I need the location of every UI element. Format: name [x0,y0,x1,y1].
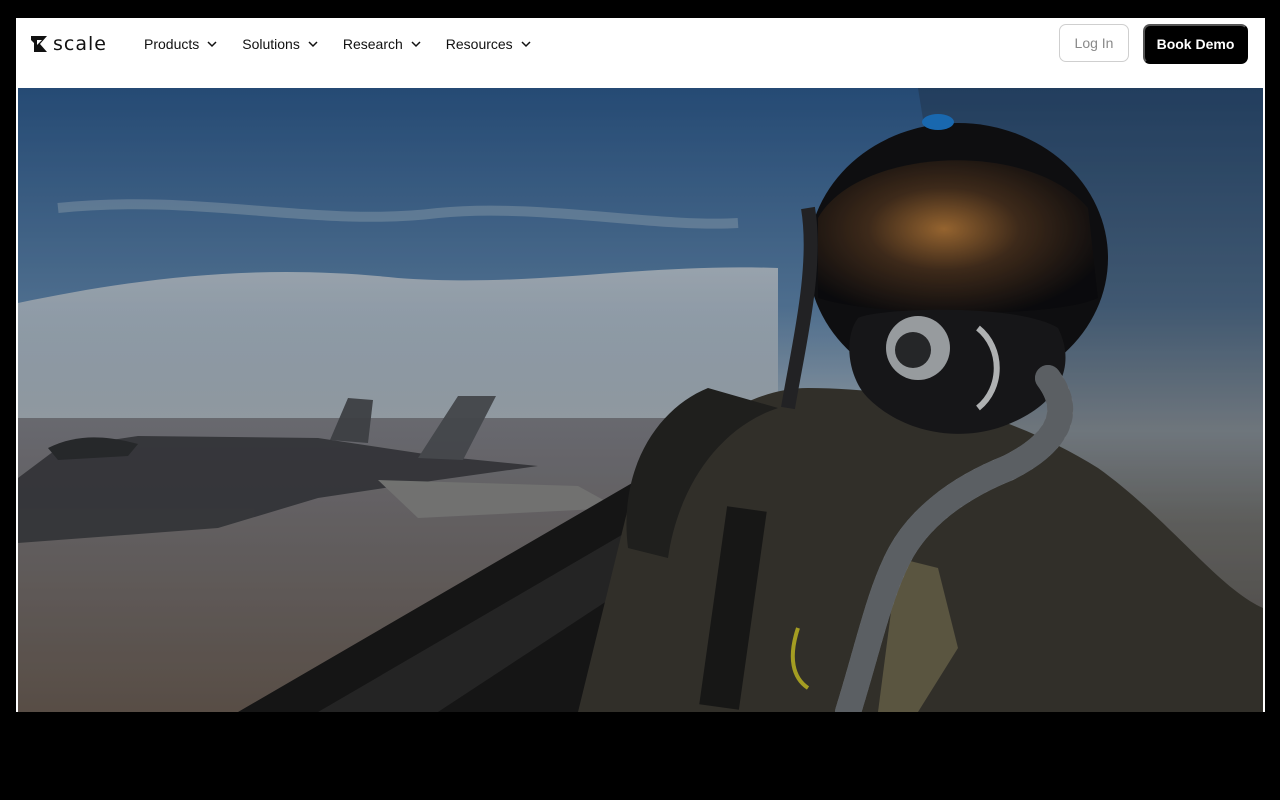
scale-logo-icon [31,36,47,52]
nav-item-solutions[interactable]: Solutions [242,36,318,52]
top-navbar: scale Products Solutions Research Resour… [16,18,1265,88]
nav-item-resources[interactable]: Resources [446,36,531,52]
nav-item-label: Solutions [242,36,300,52]
nav-item-research[interactable]: Research [343,36,421,52]
book-demo-button[interactable]: Book Demo [1143,24,1248,64]
hero-video[interactable] [18,88,1263,712]
brand-logo-link[interactable]: scale [31,33,107,55]
primary-nav: Products Solutions Research Resources [144,32,531,56]
hero-image [18,88,1263,712]
chevron-down-icon [411,41,421,48]
chevron-down-icon [308,41,318,48]
login-button[interactable]: Log In [1059,24,1129,62]
chevron-down-icon [207,41,217,48]
nav-item-label: Products [144,36,200,52]
chevron-down-icon [521,41,531,48]
nav-item-products[interactable]: Products [144,36,217,52]
browser-frame: scale Products Solutions Research Resour… [16,18,1265,712]
nav-item-label: Research [342,36,403,52]
brand-wordmark: scale [53,33,107,55]
nav-item-label: Resources [445,36,513,52]
